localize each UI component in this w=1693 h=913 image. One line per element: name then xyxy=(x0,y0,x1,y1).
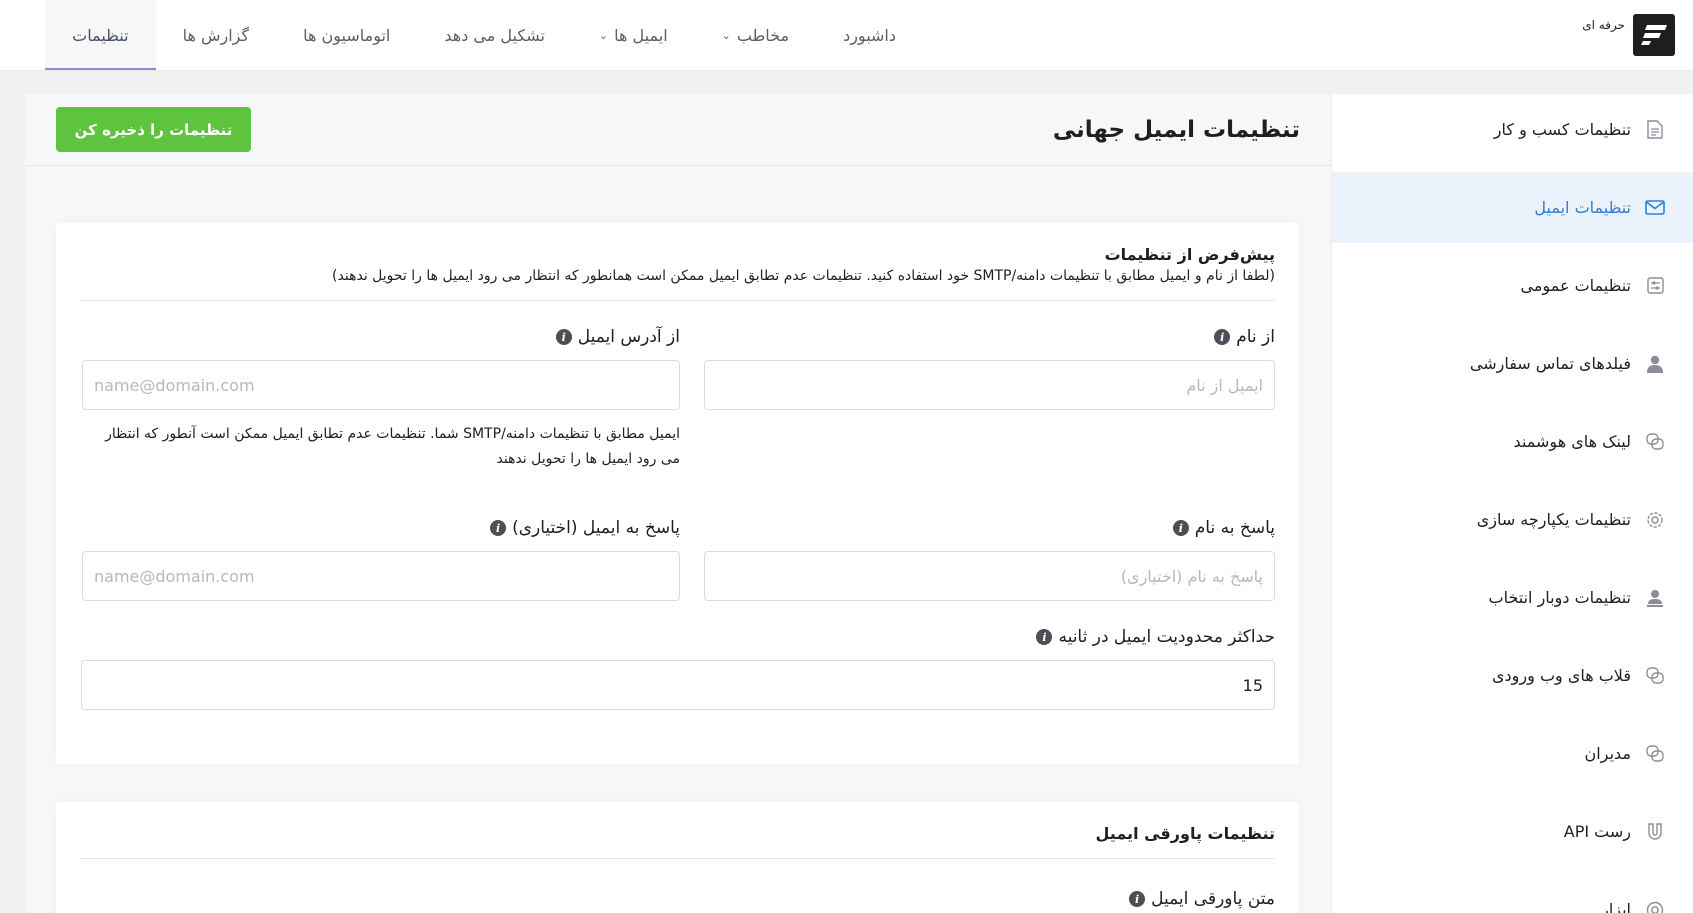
divider xyxy=(80,858,1275,859)
sidebar-item-label: تنظیمات کسب و کار xyxy=(1493,120,1631,139)
label-text: از نام xyxy=(1236,327,1275,347)
from-name-input[interactable] xyxy=(704,360,1275,410)
nav-contacts[interactable]: مخاطب ⌄ xyxy=(695,0,816,70)
reply-to-name-label: پاسخ به نام i xyxy=(1172,518,1275,538)
info-icon[interactable]: i xyxy=(1036,629,1053,645)
card-title: تنظیمات پاورقی ایمیل xyxy=(1095,824,1275,843)
envelope-icon xyxy=(1645,198,1665,218)
sidebar-item-label: تنظیمات عمومی xyxy=(1520,276,1631,295)
sidebar-item-smart-links[interactable]: لینک های هوشمند xyxy=(1332,406,1693,477)
info-icon[interactable]: i xyxy=(555,329,572,345)
main-nav: داشبورد مخاطب ⌄ ایمیل ها ⌄ تشکیل می دهد … xyxy=(45,0,923,70)
card-subtitle: (لطفا از نام و ایمیل مطابق با تنظیمات دا… xyxy=(332,268,1275,284)
label-text: پاسخ به نام xyxy=(1194,518,1275,538)
settings-panel-icon xyxy=(1645,276,1665,296)
label-text: متن پاورقی ایمیل xyxy=(1151,889,1275,909)
info-icon[interactable]: i xyxy=(1172,520,1189,536)
label-text: از آدرس ایمیل xyxy=(577,327,680,347)
brand[interactable]: حرفه ای xyxy=(1582,14,1675,56)
label-text: حداکثر محدودیت ایمیل در ثانیه xyxy=(1058,627,1275,647)
page-title: تنظیمات ایمیل جهانی xyxy=(1052,116,1300,143)
magnet-icon xyxy=(1645,822,1665,842)
email-footer-settings-card: تنظیمات پاورقی ایمیل متن پاورقی ایمیل i xyxy=(56,802,1299,913)
nav-label: مخاطب xyxy=(736,25,790,45)
reply-to-email-label: پاسخ به ایمیل (اختیاری) i xyxy=(490,518,680,538)
link-icon xyxy=(1645,432,1665,452)
sidebar-item-label: ابزار xyxy=(1601,900,1631,913)
info-icon[interactable]: i xyxy=(1214,329,1231,345)
top-navbar: حرفه ای داشبورد مخاطب ⌄ ایمیل ها ⌄ تشکیل… xyxy=(0,0,1693,71)
label-text: پاسخ به ایمیل (اختیاری) xyxy=(512,518,680,538)
from-email-input[interactable] xyxy=(82,360,680,410)
sidebar-item-double-optin-settings[interactable]: تنظیمات دوبار انتخاب xyxy=(1332,562,1693,633)
brand-label: حرفه ای xyxy=(1582,18,1625,32)
user-icon xyxy=(1645,354,1665,374)
chevron-down-icon: ⌄ xyxy=(598,28,609,42)
link-icon xyxy=(1645,744,1665,764)
nav-label: گزارش ها xyxy=(182,25,250,45)
sidebar-item-label: قلاب های وب ورودی xyxy=(1492,666,1631,685)
sidebar-item-label: لینک های هوشمند xyxy=(1513,432,1631,451)
sidebar-item-label: تنظیمات ایمیل xyxy=(1534,198,1631,217)
nav-label: داشبورد xyxy=(843,25,896,45)
sidebar-item-email-settings[interactable]: تنظیمات ایمیل xyxy=(1332,172,1693,243)
sidebar-item-label: تنظیمات یکپارچه سازی xyxy=(1476,510,1631,529)
document-icon xyxy=(1645,120,1665,140)
sidebar-item-label: فیلدهای تماس سفارشی xyxy=(1469,354,1631,373)
footer-text-label: متن پاورقی ایمیل i xyxy=(1129,889,1275,909)
sidebar-item-integration-settings[interactable]: تنظیمات یکپارچه سازی xyxy=(1332,484,1693,555)
nav-reports[interactable]: گزارش ها xyxy=(156,0,277,70)
reply-to-email-input[interactable] xyxy=(82,551,680,601)
nav-emails[interactable]: ایمیل ها ⌄ xyxy=(572,0,695,70)
save-settings-button[interactable]: تنظیمات را ذخیره کن xyxy=(56,107,251,152)
sidebar-item-managers[interactable]: مدیران xyxy=(1332,718,1693,789)
sidebar-item-tools[interactable]: ابزار xyxy=(1332,874,1693,913)
nav-automations[interactable]: اتوماسیون ها xyxy=(276,0,417,70)
from-email-label: از آدرس ایمیل i xyxy=(555,327,680,347)
sidebar-item-label: رست API xyxy=(1563,822,1631,841)
settings-sidebar: تنظیمات کسب و کار تنظیمات ایمیل تنظیمات … xyxy=(1331,94,1693,913)
sidebar-item-business-settings[interactable]: تنظیمات کسب و کار xyxy=(1332,94,1693,165)
main-content: تنظیمات ایمیل جهانی تنظیمات را ذخیره کن … xyxy=(25,94,1331,913)
nav-label: تشکیل می دهد xyxy=(444,25,545,45)
rate-limit-label: حداکثر محدودیت ایمیل در ثانیه i xyxy=(1036,627,1275,647)
card-header: پیش‌فرض از تنظیمات (لطفا از نام و ایمیل … xyxy=(80,223,1275,301)
nav-settings[interactable]: تنظیمات xyxy=(45,0,156,70)
nav-dashboard[interactable]: داشبورد xyxy=(816,0,923,70)
link-icon xyxy=(1645,666,1665,686)
default-from-settings-card: پیش‌فرض از تنظیمات (لطفا از نام و ایمیل … xyxy=(56,223,1299,764)
from-name-label: از نام i xyxy=(1214,327,1275,347)
nav-forms[interactable]: تشکیل می دهد xyxy=(417,0,572,70)
info-icon[interactable]: i xyxy=(1129,891,1146,907)
sidebar-item-rest-api[interactable]: رست API xyxy=(1332,796,1693,867)
card-title: پیش‌فرض از تنظیمات xyxy=(1104,245,1275,264)
gear-icon xyxy=(1645,510,1665,530)
nav-label: تنظیمات xyxy=(72,25,129,45)
nav-label: ایمیل ها xyxy=(614,25,668,45)
nav-label: اتوماسیون ها xyxy=(303,25,391,45)
sidebar-item-incoming-webhooks[interactable]: قلاب های وب ورودی xyxy=(1332,640,1693,711)
from-email-help-text: ایمیل مطابق با تنظیمات دامنه/SMTP شما. ت… xyxy=(105,426,680,467)
sidebar-item-label: تنظیمات دوبار انتخاب xyxy=(1488,588,1632,607)
page-header: تنظیمات ایمیل جهانی تنظیمات را ذخیره کن xyxy=(25,94,1331,166)
info-icon[interactable]: i xyxy=(490,520,507,536)
lifebuoy-icon xyxy=(1645,900,1665,913)
reply-to-name-input[interactable] xyxy=(704,551,1275,601)
sidebar-item-custom-contact-fields[interactable]: فیلدهای تماس سفارشی xyxy=(1332,328,1693,399)
sidebar-item-label: مدیران xyxy=(1584,744,1631,763)
user-check-icon xyxy=(1645,588,1665,608)
sidebar-item-general-settings[interactable]: تنظیمات عمومی xyxy=(1332,250,1693,321)
rate-limit-input[interactable] xyxy=(81,660,1275,710)
chevron-down-icon: ⌄ xyxy=(721,28,731,42)
brand-logo-icon[interactable] xyxy=(1633,14,1675,56)
